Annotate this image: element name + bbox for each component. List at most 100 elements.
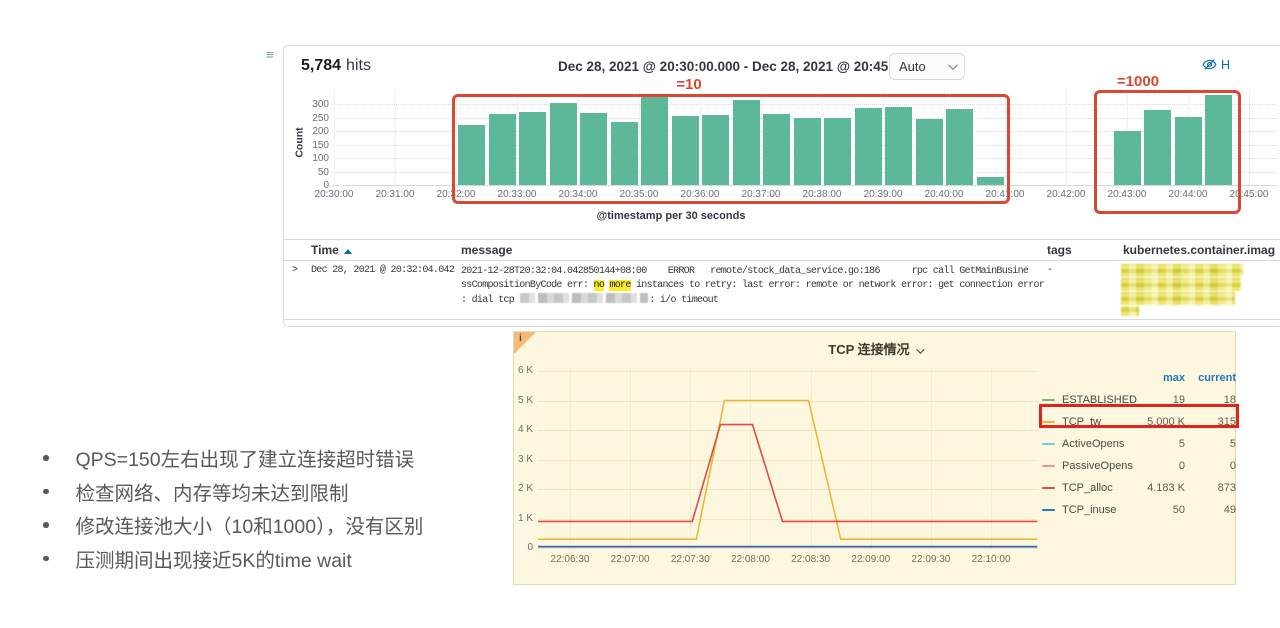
bullet-text: 修改连接池大小（10和1000），没有区别 — [76, 510, 424, 539]
x-tick-label: 22:07:30 — [660, 554, 720, 565]
column-header-tags[interactable]: tags — [1047, 243, 1072, 257]
legend-series-color-icon — [1042, 509, 1055, 511]
line-series-canvas — [538, 367, 1038, 548]
hide-chart-button[interactable]: H — [1202, 57, 1230, 72]
column-header-kubernetes-container-image[interactable]: kubernetes.container.imag — [1123, 243, 1280, 257]
bullet-text: QPS=150左右出现了建立连接超时错误 — [76, 443, 415, 472]
histogram-x-axis-title: @timestamp per 30 seconds — [571, 210, 771, 222]
gridline — [395, 89, 396, 185]
y-tick-label: 3 K — [512, 454, 533, 465]
y-tick-label: 5 K — [512, 395, 533, 406]
y-tick-label: 300 — [289, 99, 329, 110]
interval-value: Auto — [899, 59, 926, 74]
legend-row-PassiveOpens: PassiveOpens00 — [1042, 456, 1238, 478]
y-tick-label: 1 K — [512, 513, 533, 524]
legend-row-ActiveOpens: ActiveOpens 5 5 — [1042, 434, 1238, 456]
y-tick-label: 4 K — [512, 424, 533, 435]
bullet-text: 压测期间出现接近5K的time wait — [76, 544, 352, 573]
hits-count: 5,784hits — [301, 57, 371, 75]
legend-series-current: 49 — [1224, 504, 1236, 516]
x-tick-label: 22:07:00 — [600, 554, 660, 565]
table-header-border — [284, 260, 1280, 261]
chevron-down-icon — [948, 60, 958, 70]
legend-series-name[interactable]: PassiveOpens — [1062, 460, 1133, 472]
column-header-time[interactable]: Time — [311, 243, 352, 257]
legend-series-name[interactable]: TCP_alloc — [1062, 482, 1113, 494]
legend-series-color-icon — [1042, 443, 1055, 445]
bullet-icon — [43, 489, 49, 495]
table-top-border — [284, 239, 1280, 240]
chevron-down-icon — [916, 345, 924, 353]
chart-legend: maxcurrentESTABLISHED1918TCP_tw5.000 K31… — [1042, 368, 1238, 522]
bullet-icon — [43, 522, 49, 528]
message-line: : dial tcp : i/o timeout — [461, 293, 1061, 308]
x-tick-label: 22:09:00 — [841, 554, 901, 565]
x-tick-label: 22:06:30 — [540, 554, 600, 565]
list-item: 压测期间出现接近5K的time wait — [30, 542, 423, 576]
legend-header-row: maxcurrent — [1042, 368, 1238, 390]
row-time-cell: Dec 28, 2021 @ 20:32:04.042 — [311, 265, 454, 276]
redacted-image-name-block — [1121, 264, 1243, 277]
legend-series-color-icon — [1042, 487, 1055, 489]
y-tick-label: 150 — [289, 140, 329, 151]
time-range-label: Dec 28, 2021 @ 20:30:00.000 - Dec 28, 20… — [546, 59, 946, 74]
legend-series-max: 5 — [1179, 438, 1185, 450]
column-header-message[interactable]: message — [461, 243, 512, 257]
x-tick-label: 22:10:00 — [961, 554, 1021, 565]
hits-value: 5,784 — [301, 57, 341, 74]
gridline — [1066, 89, 1067, 185]
table-row-border — [284, 319, 1280, 320]
sort-ascending-icon — [344, 249, 352, 254]
legend-series-current: 0 — [1230, 460, 1236, 472]
kibana-discover-panel: 5,784hits Dec 28, 2021 @ 20:30:00.000 - … — [283, 45, 1280, 327]
y-tick-label: 200 — [289, 126, 329, 137]
panel-title[interactable]: TCP 连接情况 — [710, 339, 1040, 358]
annotation-label: =1000 — [1103, 73, 1173, 90]
y-tick-label: 250 — [289, 113, 329, 124]
x-tick-label: 22:08:00 — [720, 554, 780, 565]
legend-row-TCP_inuse: TCP_inuse 50 49 — [1042, 500, 1238, 522]
panel-info-corner[interactable] — [514, 332, 536, 354]
x-tick-label: 20:31:00 — [365, 189, 425, 200]
y-tick-label: 2 K — [512, 483, 533, 494]
annotation-label: =10 — [654, 76, 724, 93]
grafana-tcp-panel: i TCP 连接情况 01 K2 K3 K4 K5 K6 K22:06:3022… — [513, 331, 1236, 585]
legend-series-current: 873 — [1218, 482, 1236, 494]
redacted-image-name-block — [1121, 278, 1241, 291]
legend-series-color-icon — [1042, 399, 1055, 401]
hide-chart-label: H — [1221, 58, 1230, 72]
series-line-TCP_alloc — [538, 425, 1037, 522]
redacted-image-name-block — [1121, 306, 1139, 316]
row-message-cell: 2021-12-28T20:32:04.042850144+08:00 ERRO… — [461, 265, 1061, 307]
bullet-icon — [43, 556, 49, 562]
interval-select[interactable]: Auto — [889, 53, 965, 80]
expand-row-icon[interactable]: > — [292, 265, 297, 276]
legend-series-max: 50 — [1173, 504, 1185, 516]
y-tick-label: 6 K — [512, 365, 533, 376]
legend-series-name[interactable]: ActiveOpens — [1062, 438, 1124, 450]
x-tick-label: 20:42:00 — [1036, 189, 1096, 200]
y-tick-label: 50 — [289, 167, 329, 178]
list-item: 检查网络、内存等均未达到限制 — [30, 475, 423, 509]
row-tags-cell: - — [1047, 265, 1052, 276]
legend-series-name[interactable]: TCP_inuse — [1062, 504, 1116, 516]
tcp-tw-highlight-box — [1039, 404, 1239, 428]
bullet-icon — [43, 455, 49, 461]
gridline — [538, 548, 1038, 549]
annotation-box — [1094, 90, 1240, 214]
search-highlight: no — [594, 280, 605, 291]
message-line: ssCompositionByCode err: no more instanc… — [461, 279, 1061, 293]
y-tick-label: 0 — [512, 542, 533, 553]
list-item: QPS=150左右出现了建立连接超时错误 — [30, 441, 423, 475]
legend-series-max: 4.183 K — [1147, 482, 1185, 494]
gridline — [334, 89, 335, 185]
slide-canvas: ≡ 5,784hits Dec 28, 2021 @ 20:30:00.000 … — [0, 0, 1280, 628]
drag-handle-icon[interactable]: ≡ — [266, 49, 274, 61]
redacted-ip-address — [520, 293, 648, 303]
eye-slash-icon — [1202, 57, 1217, 72]
notes-list: QPS=150左右出现了建立连接超时错误检查网络、内存等均未达到限制修改连接池大… — [30, 441, 423, 575]
legend-series-current: 5 — [1230, 438, 1236, 450]
legend-row-TCP_alloc: TCP_alloc 4.183 K 873 — [1042, 478, 1238, 500]
info-icon: i — [519, 333, 522, 344]
legend-header-max: max — [1163, 372, 1185, 384]
